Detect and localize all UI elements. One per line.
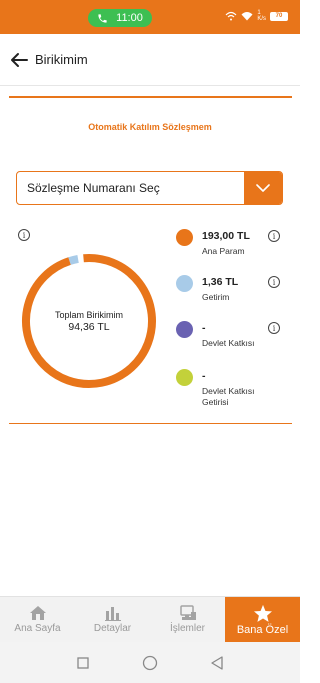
nav-item-detaylar[interactable]: Detaylar xyxy=(75,597,150,642)
back-triangle-icon[interactable] xyxy=(211,655,223,670)
legend-label-ana-param: Ana Param xyxy=(202,246,245,256)
chevron-down-icon xyxy=(256,184,270,192)
donut-center: Toplam Birikimim 94,36 TL xyxy=(20,252,158,390)
transactions-icon xyxy=(179,605,196,620)
page-title: Birikimim xyxy=(35,52,88,67)
app-screen: 11:00 1 K/s 70 Birikimim Otomatik Katılı… xyxy=(0,0,300,683)
legend-label-getirim: Getirim xyxy=(202,292,230,302)
status-icons: 1 K/s 70 xyxy=(225,10,288,22)
ana-param-info-icon[interactable]: i xyxy=(268,230,280,242)
nav-item-bana-ozel[interactable]: Bana Özel xyxy=(225,597,300,642)
wifi-icon xyxy=(241,12,253,21)
bottom-navigation: Ana Sayfa Detaylar İşlemler Bana Özel xyxy=(0,596,300,642)
nav-label-ana-sayfa: Ana Sayfa xyxy=(14,623,61,634)
nav-item-islemler[interactable]: İşlemler xyxy=(150,597,225,642)
network-speed: 1 K/s xyxy=(257,10,266,22)
nav-item-ana-sayfa[interactable]: Ana Sayfa xyxy=(0,597,75,642)
star-icon xyxy=(253,604,272,622)
legend-label-devlet-katkisi: Devlet Katkısı xyxy=(202,338,255,348)
home-circle-icon[interactable] xyxy=(142,655,158,671)
alarm-wifi-icon xyxy=(225,11,237,21)
section-divider-bottom xyxy=(9,423,292,424)
contract-select[interactable]: Sözleşme Numaranı Seç xyxy=(16,171,283,205)
status-bar: 11:00 1 K/s 70 xyxy=(0,0,300,34)
bar-chart-icon xyxy=(104,607,121,621)
nav-label-islemler: İşlemler xyxy=(169,623,205,634)
arrow-left-icon xyxy=(11,52,28,67)
total-label: Toplam Birikimim xyxy=(54,309,123,320)
devlet-katkisi-info-icon[interactable]: i xyxy=(268,322,280,334)
legend-dot-getirim xyxy=(176,275,193,292)
total-info-icon[interactable]: i xyxy=(18,229,30,241)
legend-value-devlet-katkisi-getirisi: - xyxy=(202,370,206,382)
savings-donut-chart: Toplam Birikimim 94,36 TL xyxy=(20,252,158,390)
phone-icon xyxy=(98,13,107,23)
legend-label-devlet-katkisi-getirisi: Devlet Katkısı Getirisi xyxy=(202,386,255,407)
getirim-info-icon[interactable]: i xyxy=(268,276,280,288)
back-button[interactable] xyxy=(4,45,34,75)
legend-dot-devlet-katkisi-getirisi xyxy=(176,369,193,386)
contract-select-value: Sözleşme Numaranı Seç xyxy=(27,181,160,195)
legend-item-devlet-katkisi-getirisi: - Devlet Katkısı Getirisi xyxy=(176,369,286,409)
legend-value-getirim: 1,36 TL xyxy=(202,276,239,288)
legend-dot-ana-param xyxy=(176,229,193,246)
total-value: 94,36 TL xyxy=(68,320,110,333)
legend-value-devlet-katkisi: - xyxy=(202,322,206,334)
legend-value-ana-param: 193,00 TL xyxy=(202,230,250,242)
section-title: Otomatik Katılım Sözleşmem xyxy=(88,122,212,132)
nav-label-bana-ozel: Bana Özel xyxy=(236,623,289,636)
contract-select-toggle[interactable] xyxy=(244,172,282,204)
system-navigation-bar xyxy=(0,642,300,683)
section-divider-top xyxy=(9,96,292,98)
home-icon xyxy=(29,606,46,620)
battery-level: 70 xyxy=(275,13,283,19)
recents-icon[interactable] xyxy=(77,656,89,669)
nav-label-detaylar: Detaylar xyxy=(93,623,132,634)
battery-icon: 70 xyxy=(270,11,288,21)
legend-dot-devlet-katkisi xyxy=(176,321,193,338)
call-time: 11:00 xyxy=(116,12,143,24)
app-header: Birikimim xyxy=(0,34,300,86)
ongoing-call-pill[interactable]: 11:00 xyxy=(88,9,152,27)
